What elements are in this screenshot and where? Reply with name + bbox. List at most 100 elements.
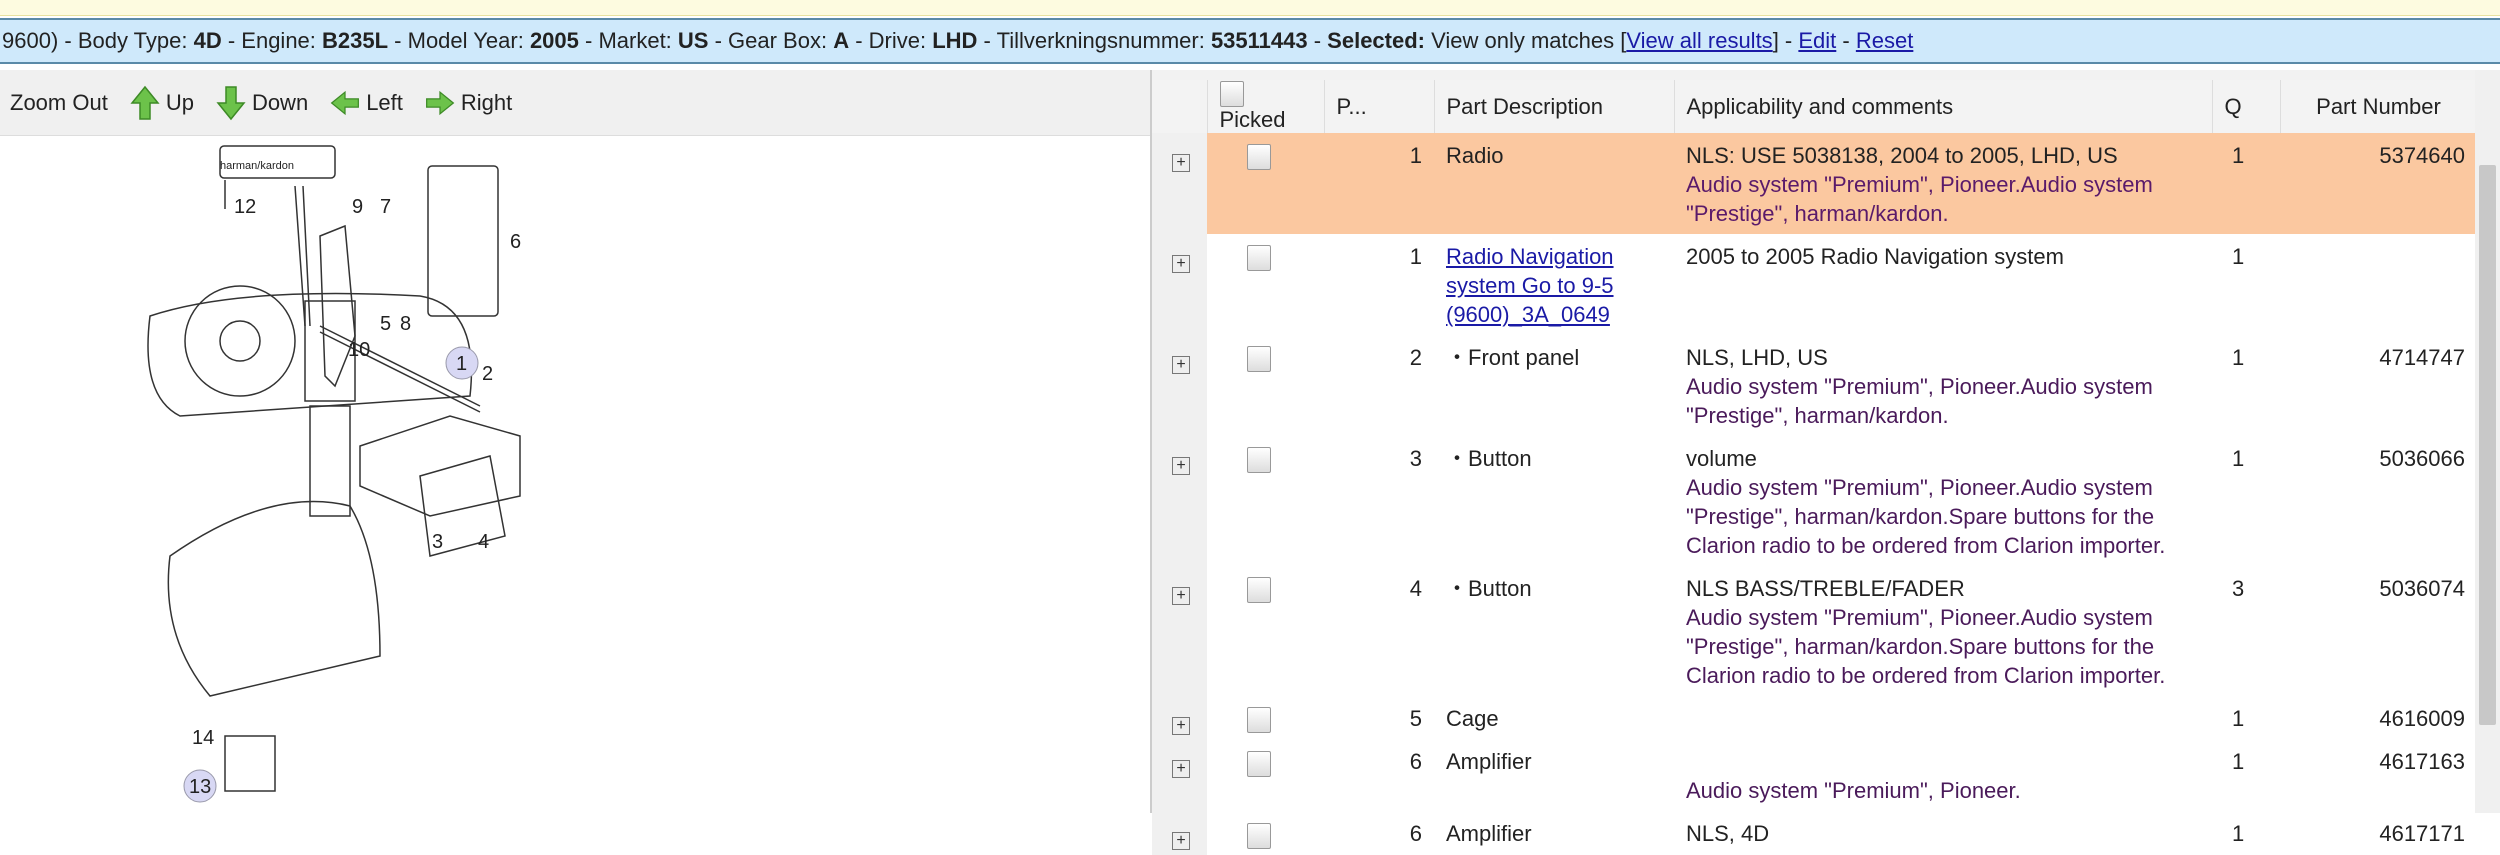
vertical-scrollbar[interactable] <box>2475 70 2500 813</box>
quantity-cell: 1 <box>2212 436 2280 567</box>
callout-9[interactable]: 9 <box>352 196 363 218</box>
part-number-cell[interactable]: 5374640 <box>2280 133 2477 235</box>
down-label: Down <box>251 89 309 115</box>
table-row[interactable]: + 1 Radio Navigation system Go to 9-5 (9… <box>1152 234 2477 336</box>
arrow-right-icon <box>425 90 455 115</box>
part-number-cell[interactable]: 4616009 <box>2280 696 2477 740</box>
expand-row-icon[interactable]: + <box>1172 154 1190 173</box>
expand-row-icon[interactable]: + <box>1172 717 1190 736</box>
table-row[interactable]: + 3 ・Button volume Audio system "Premium"… <box>1152 436 2477 567</box>
description-cell: ・Button <box>1434 566 1674 697</box>
info-text: - Engine: <box>221 28 323 53</box>
callout-13[interactable]: 13 <box>189 776 211 798</box>
parts-diagram[interactable]: harman/kardon 1 2 3 4 5 6 7 8 9 10 12 13… <box>120 136 840 816</box>
quantity-cell: 1 <box>2212 335 2280 437</box>
part-description-link[interactable]: Radio Navigation system Go to 9-5 (9600)… <box>1446 244 1614 327</box>
picked-checkbox[interactable] <box>1247 144 1271 171</box>
picked-checkbox[interactable] <box>1247 447 1271 474</box>
callout-2[interactable]: 2 <box>482 363 493 385</box>
callout-12[interactable]: 12 <box>234 196 256 218</box>
down-button[interactable]: Down <box>216 85 308 121</box>
separator: - <box>1778 28 1799 53</box>
quantity-cell: 1 <box>2212 739 2280 812</box>
zoom-out-label: Zoom Out <box>10 89 108 115</box>
callout-7[interactable]: 7 <box>380 196 391 218</box>
part-number-column-header[interactable]: Part Number <box>2280 80 2478 134</box>
picked-checkbox[interactable] <box>1247 750 1271 777</box>
position-column-header[interactable]: P... <box>1324 80 1435 134</box>
part-number-cell[interactable]: 5036066 <box>2280 436 2477 567</box>
expand-row-icon[interactable]: + <box>1172 356 1190 375</box>
applicability-text: NLS, LHD, US <box>1686 345 1828 371</box>
part-description: Radio <box>1446 143 1504 169</box>
callout-1[interactable]: 1 <box>456 353 467 375</box>
part-description: ・Button <box>1446 446 1532 472</box>
part-number-cell[interactable] <box>2280 234 2477 336</box>
part-description: Cage <box>1446 706 1499 732</box>
applicability-column-header[interactable]: Applicability and comments <box>1674 80 2213 134</box>
gearbox-value: A <box>833 28 850 53</box>
picked-column-header[interactable]: Picked <box>1207 80 1325 134</box>
info-text: - Drive: <box>849 28 933 53</box>
quantity-cell: 1 <box>2212 811 2280 855</box>
left-button[interactable]: Left <box>330 85 403 121</box>
picked-checkbox[interactable] <box>1247 822 1271 849</box>
part-number-cell[interactable]: 4617163 <box>2280 739 2477 812</box>
part-number-cell[interactable]: 4617171 <box>2280 811 2477 855</box>
callout-14[interactable]: 14 <box>192 727 214 749</box>
callout-6[interactable]: 6 <box>510 231 521 253</box>
zoom-out-button[interactable]: Zoom Out <box>10 90 108 116</box>
callout-8[interactable]: 8 <box>400 313 411 335</box>
quantity-cell: 3 <box>2212 566 2280 697</box>
position-cell: 4 <box>1324 566 1434 697</box>
reset-link[interactable]: Reset <box>1856 28 1913 53</box>
picked-checkbox[interactable] <box>1247 346 1271 373</box>
part-description: ・Button <box>1446 576 1532 602</box>
expand-row-icon[interactable]: + <box>1172 587 1190 606</box>
table-row[interactable]: + 2 ・Front panel NLS, LHD, US Audio syste… <box>1152 335 2477 437</box>
applicability-text <box>1686 747 2200 776</box>
callout-10[interactable]: 10 <box>348 339 370 361</box>
view-all-results-link[interactable]: View all results <box>1626 28 1772 53</box>
applicability-cell: NLS: USE 5038138, 2004 to 2005, LHD, US A… <box>1674 133 2212 235</box>
table-row[interactable]: + 6 Amplifier Audio system "Premium", Pi… <box>1152 739 2477 812</box>
left-label: Left <box>366 89 403 115</box>
applicability-text: NLS: USE 5038138, 2004 to 2005, LHD, US <box>1686 143 2118 169</box>
logo-text: harman/kardon <box>220 160 294 172</box>
picked-checkbox[interactable] <box>1247 577 1271 604</box>
part-number-cell[interactable]: 5036074 <box>2280 566 2477 697</box>
up-button[interactable]: Up <box>130 85 194 121</box>
table-row[interactable]: + 5 Cage 1 4616009 <box>1152 696 2477 740</box>
picked-checkbox[interactable] <box>1247 245 1271 272</box>
expand-row-icon[interactable]: + <box>1172 255 1190 274</box>
callout-4[interactable]: 4 <box>478 531 489 553</box>
scrollbar-thumb[interactable] <box>2479 165 2496 725</box>
right-button[interactable]: Right <box>425 85 512 121</box>
description-cell: ・Button <box>1434 436 1674 567</box>
expand-row-icon[interactable]: + <box>1172 760 1190 779</box>
selected-label: Selected: <box>1327 28 1425 53</box>
table-row[interactable]: + 1 Radio NLS: USE 5038138, 2004 to 2005… <box>1152 133 2477 235</box>
description-column-header[interactable]: Part Description <box>1434 80 1675 134</box>
callout-3[interactable]: 3 <box>432 531 443 553</box>
position-cell: 5 <box>1324 696 1434 740</box>
expand-row-icon[interactable]: + <box>1172 457 1190 476</box>
expand-row-icon[interactable]: + <box>1172 832 1190 851</box>
part-number-cell[interactable]: 4714747 <box>2280 335 2477 437</box>
callout-5[interactable]: 5 <box>380 313 391 335</box>
picked-header-label: Picked <box>1219 107 1286 133</box>
top-strip <box>0 0 2500 16</box>
table-row[interactable]: + 6 Amplifier NLS, 4D 1 4617171 <box>1152 811 2477 855</box>
applicability-cell: volume Audio system "Premium", Pioneer.Au… <box>1674 436 2212 567</box>
position-cell: 3 <box>1324 436 1434 567</box>
picked-checkbox[interactable] <box>1247 707 1271 734</box>
arrow-up-icon <box>130 85 160 120</box>
amplifier-drawing <box>427 165 499 317</box>
edit-link[interactable]: Edit <box>1798 28 1836 53</box>
position-cell: 2 <box>1324 335 1434 437</box>
comment-text: Audio system "Premium", Pioneer.Audio sy… <box>1686 172 2153 227</box>
info-text: - Gear Box: <box>708 28 834 53</box>
table-row[interactable]: + 4 ・Button NLS BASS/TREBLE/FADER Audio s… <box>1152 566 2477 697</box>
quantity-column-header[interactable]: Q <box>2212 80 2281 134</box>
select-all-checkbox[interactable] <box>1219 81 1244 108</box>
